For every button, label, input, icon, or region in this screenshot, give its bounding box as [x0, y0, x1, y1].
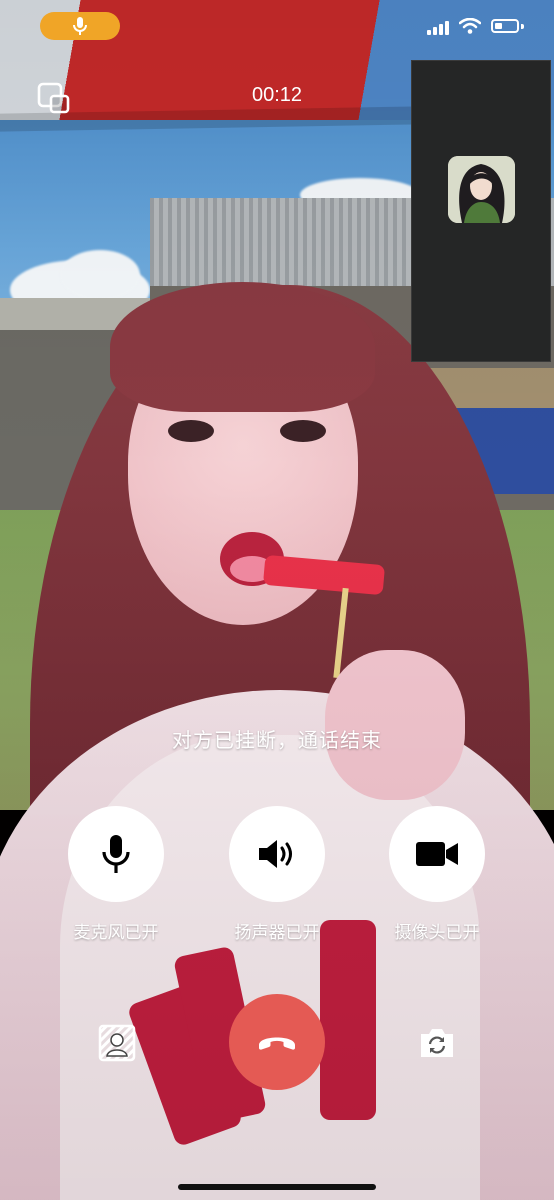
hang-up-icon	[259, 1037, 295, 1050]
mic-toggle-label: 麦克风已开	[73, 923, 159, 943]
wifi-icon	[459, 18, 481, 34]
microphone-icon	[102, 835, 130, 873]
call-status-message: 对方已挂断，通话结束	[172, 728, 382, 752]
flip-camera-icon[interactable]	[418, 1026, 456, 1060]
avatar	[448, 156, 515, 223]
camera-toggle-label: 摄像头已开	[394, 923, 480, 943]
hang-up-button[interactable]	[229, 994, 325, 1090]
camera-toggle-button[interactable]	[389, 806, 485, 902]
cellular-signal-icon	[427, 21, 449, 35]
minimize-window-icon[interactable]	[36, 80, 72, 116]
speaker-icon	[259, 840, 292, 868]
mic-toggle-button[interactable]	[68, 806, 164, 902]
battery-icon	[491, 19, 519, 33]
mic-active-indicator[interactable]	[40, 12, 120, 40]
video-camera-icon	[416, 842, 458, 866]
microphone-icon	[73, 17, 87, 35]
home-indicator[interactable]	[178, 1184, 376, 1190]
battery-tip	[521, 24, 524, 29]
background-blur-icon[interactable]	[98, 1024, 136, 1062]
speaker-toggle-label: 扬声器已开	[234, 923, 320, 943]
call-timer: 00:12	[251, 84, 303, 106]
speaker-toggle-button[interactable]	[229, 806, 325, 902]
